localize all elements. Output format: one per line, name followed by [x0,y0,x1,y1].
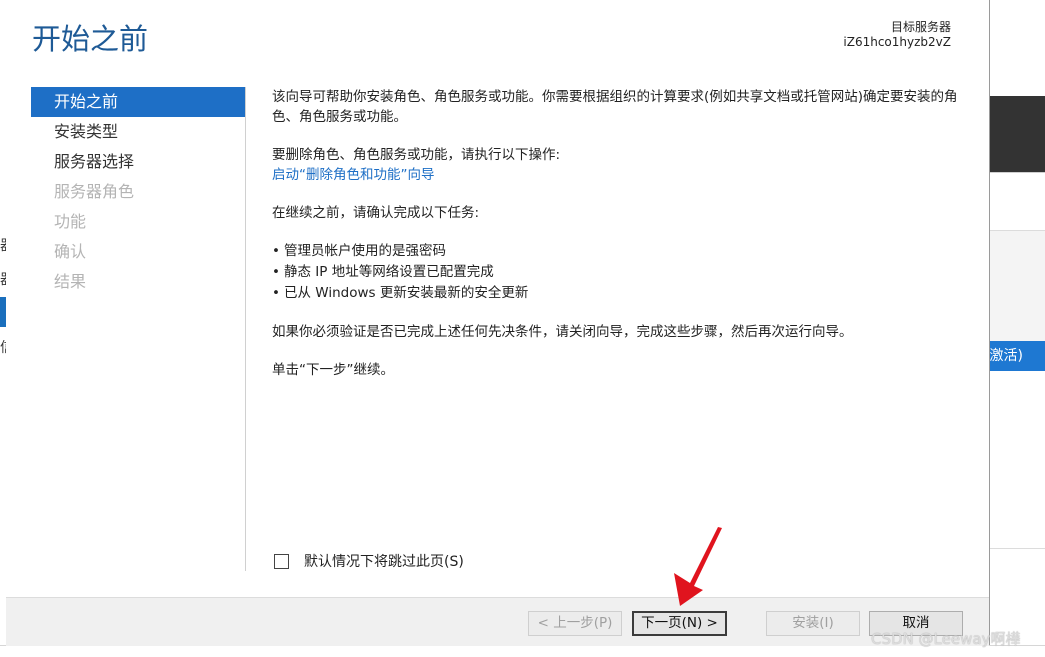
screen: 器 器 信 激活) 开始之前 目标服务器 iZ61hco1hyzb2vZ 开始之… [0,0,1045,657]
target-server-name: iZ61hco1hyzb2vZ [843,35,951,49]
wizard-footer: < 上一步(P) 下一页(N) > 安装(I) 取消 [6,597,989,646]
target-server-label: 目标服务器 [890,20,951,34]
nav-step-server-selection[interactable]: 服务器选择 [31,147,245,177]
previous-button: < 上一步(P) [528,611,622,636]
skip-page-option[interactable]: 默认情况下将跳过此页(S) [274,551,464,571]
install-button: 安装(I) [766,611,860,636]
list-item: 静态 IP 地址等网络设置已配置完成 [272,262,972,283]
background-activation-bar[interactable]: 激活) [989,341,1045,371]
wizard-steps-nav: 开始之前 安装类型 服务器选择 服务器角色 功能 确认 结果 [31,87,245,297]
background-divider [989,548,1045,549]
background-activation-text: 激活) [989,348,1023,364]
nav-step-installation-type[interactable]: 安装类型 [31,117,245,147]
nav-divider [245,87,246,571]
background-panel [989,230,1045,341]
list-item: 管理员帐户使用的是强密码 [272,241,972,262]
prerequisite-list: 管理员帐户使用的是强密码 静态 IP 地址等网络设置已配置完成 已从 Windo… [272,241,972,304]
remove-heading: 要删除角色、角色服务或功能，请执行以下操作: [272,147,561,163]
nav-step-confirmation: 确认 [54,242,87,261]
page-title: 开始之前 [32,22,149,56]
watermark-text: CSDN @Leeway啊樺 [871,630,1021,648]
confirm-heading: 在继续之前，请确认完成以下任务: [272,205,480,221]
nav-step-features: 功能 [54,212,87,231]
background-divider [989,172,1045,173]
click-next-text: 单击“下一步”继续。 [272,362,394,378]
remove-roles-wizard-link[interactable]: 启动“删除角色和功能”向导 [272,167,435,183]
next-button[interactable]: 下一页(N) > [632,611,727,636]
add-roles-wizard-dialog: 开始之前 目标服务器 iZ61hco1hyzb2vZ 开始之前 安装类型 服务器… [6,0,990,646]
nav-step-results: 结果 [54,272,87,291]
nav-step-before-you-begin[interactable]: 开始之前 [31,87,245,117]
verify-note: 如果你必须验证是否已完成上述任何先决条件，请关闭向导，完成这些步骤，然后再次运行… [272,324,853,340]
nav-step-server-roles: 服务器角色 [54,182,135,201]
skip-page-label: 默认情况下将跳过此页(S) [304,554,464,570]
skip-page-checkbox[interactable] [274,553,289,569]
list-item: 已从 Windows 更新安装最新的安全更新 [272,283,972,304]
intro-text: 该向导可帮助你安装角色、角色服务或功能。你需要根据组织的计算要求(例如共享文档或… [272,89,958,125]
background-dark-banner [989,96,1045,172]
wizard-content: 该向导可帮助你安装角色、角色服务或功能。你需要根据组织的计算要求(例如共享文档或… [272,87,972,398]
